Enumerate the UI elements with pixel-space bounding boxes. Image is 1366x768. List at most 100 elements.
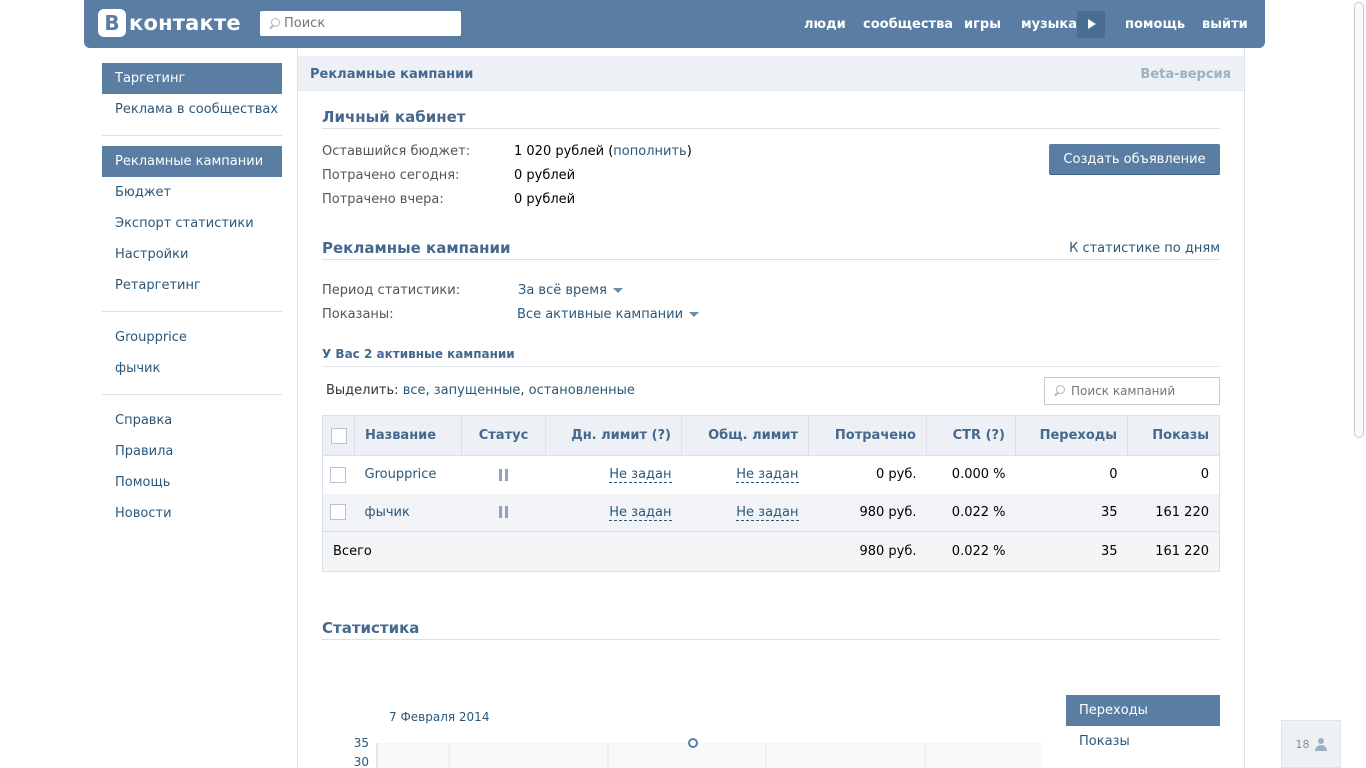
sidebar-item-rules[interactable]: Правила [102, 436, 282, 467]
total-limit-value[interactable]: Не задан [736, 504, 799, 521]
sidebar-divider [102, 135, 282, 136]
row-checkbox-cell [323, 456, 355, 494]
campaigns-title: Рекламные кампании [322, 239, 511, 257]
chart-legend: Переходы Показы [1066, 695, 1220, 757]
period-value: За всё время [518, 283, 607, 298]
col-name[interactable]: Название [354, 415, 462, 456]
shown-dropdown[interactable]: Все активные кампании [517, 307, 700, 322]
nav-games[interactable]: игры [964, 17, 1001, 32]
nav-logout[interactable]: выйти [1202, 17, 1248, 32]
today-label: Потрачено сегодня: [322, 168, 460, 183]
sidebar-item-export[interactable]: Экспорт статистики [102, 208, 282, 239]
yesterday-value: 0 рублей [514, 192, 576, 207]
col-day-limit[interactable]: Дн. лимит (?) [545, 415, 682, 456]
sidebar-item-groupprice[interactable]: Groupprice [102, 322, 282, 353]
select-all-link[interactable]: все [403, 383, 426, 398]
today-value: 0 рублей [514, 168, 576, 183]
pause-icon[interactable] [498, 468, 509, 481]
sidebar-item-news[interactable]: Новости [102, 498, 282, 529]
sidebar-item-reference[interactable]: Справка [102, 405, 282, 436]
sidebar: Таргетинг Реклама в сообществах Рекламны… [102, 63, 282, 529]
nav-help[interactable]: помощь [1125, 17, 1185, 32]
nav-communities-wrap: сообщества [863, 0, 953, 48]
logo-text: контакте [129, 11, 241, 35]
stats-header: Статистика [322, 619, 1220, 640]
row-checkbox-cell [322, 493, 355, 532]
cabinet-title: Личный кабинет [322, 108, 466, 126]
search-input[interactable] [284, 16, 454, 31]
select-running-link[interactable]: запущенные [434, 383, 521, 398]
nav-logout-wrap: выйти [1202, 0, 1248, 48]
select-filter: Выделить: все, запущенные, остановленные [326, 383, 635, 398]
day-limit-value[interactable]: Не задан [609, 504, 672, 521]
campaign-search-input[interactable] [1071, 384, 1211, 398]
shown-value: Все активные кампании [517, 307, 684, 322]
y-tick-label: 35 [354, 736, 369, 750]
col-spent[interactable]: Потрачено [808, 415, 927, 456]
remaining-label: Оставшийся бюджет: [322, 144, 471, 159]
sidebar-item-community-ads[interactable]: Реклама в сообществах [102, 94, 282, 125]
col-ctr[interactable]: CTR (?) [926, 415, 1016, 456]
col-total-limit[interactable]: Общ. лимит [681, 415, 809, 456]
sidebar-item-campaigns[interactable]: Рекламные кампании [102, 146, 282, 177]
active-count-header: У Вас 2 активные кампании [322, 347, 1220, 367]
nav-communities[interactable]: сообщества [863, 17, 953, 32]
status-cell [462, 456, 546, 494]
campaign-search[interactable] [1044, 377, 1220, 405]
search-icon [1053, 384, 1067, 398]
search-box[interactable] [260, 11, 461, 36]
active-count: У Вас 2 активные кампании [322, 347, 515, 361]
topup-link[interactable]: пополнить [613, 144, 686, 159]
campaign-name-cell: фычик [354, 493, 462, 532]
nav-people[interactable]: люди [804, 17, 846, 32]
remaining-close: ) [686, 144, 692, 159]
online-counter[interactable]: 18 [1281, 720, 1341, 768]
select-all-checkbox[interactable] [330, 427, 347, 444]
logo-badge: B [98, 9, 126, 37]
create-ad-button[interactable]: Создать объявление [1049, 144, 1220, 175]
spent-cell: 980 руб. [808, 493, 927, 532]
row-checkbox[interactable] [330, 504, 346, 521]
ctr-cell: 0.000 % [951, 467, 1006, 483]
sidebar-divider [102, 394, 282, 395]
select-stopped-link[interactable]: остановленные [529, 383, 635, 398]
sidebar-item-retargeting[interactable]: Ретаргетинг [102, 270, 282, 301]
nav-music[interactable]: музыка [1021, 17, 1077, 32]
views-cell: 0 [1200, 467, 1209, 483]
scrollbar-thumb[interactable] [1354, 2, 1364, 438]
col-clicks[interactable]: Переходы [1015, 415, 1128, 456]
vk-logo[interactable]: B контакте [98, 9, 241, 37]
chevron-down-icon [612, 288, 623, 293]
sidebar-item-settings[interactable]: Настройки [102, 239, 282, 270]
play-icon[interactable] [1077, 11, 1105, 38]
sidebar-item-budget[interactable]: Бюджет [102, 177, 282, 208]
total-label: Всего [322, 531, 462, 572]
legend-item-clicks[interactable]: Переходы [1066, 695, 1220, 726]
campaign-name[interactable]: Groupprice [365, 467, 437, 482]
campaigns-header: Рекламные кампании К статистике по дням [322, 239, 1220, 260]
day-limit-value[interactable]: Не задан [609, 467, 672, 484]
sidebar-item-help[interactable]: Помощь [102, 467, 282, 498]
stats-chart-svg: 7 Февраля 2014 35 30 [354, 710, 1042, 768]
period-label: Период статистики: [322, 283, 461, 298]
col-status[interactable]: Статус [461, 415, 546, 456]
total-limit-cell: Не задан [681, 493, 809, 532]
stats-by-day-link[interactable]: К статистике по дням [1069, 241, 1220, 256]
spent-cell: 0 руб. [876, 467, 917, 483]
sidebar-item-targeting[interactable]: Таргетинг [102, 63, 282, 94]
pause-icon[interactable] [498, 506, 509, 519]
stats-title: Статистика [322, 619, 420, 637]
data-point[interactable] [688, 738, 698, 748]
total-clicks: 35 [1015, 531, 1128, 572]
period-dropdown[interactable]: За всё время [518, 283, 623, 298]
campaign-name[interactable]: фычик [365, 505, 410, 520]
col-views[interactable]: Показы [1127, 415, 1220, 456]
top-bar: B контакте люди сообщества игры музыка п… [84, 0, 1265, 48]
total-views: 161 220 [1127, 531, 1220, 572]
sidebar-item-fychik[interactable]: фычик [102, 353, 282, 384]
total-limit-value[interactable]: Не задан [736, 467, 799, 484]
person-icon [1314, 737, 1327, 751]
legend-item-views[interactable]: Показы [1066, 726, 1220, 757]
row-checkbox[interactable] [330, 466, 346, 483]
page-scrollbar[interactable] [1352, 0, 1366, 768]
